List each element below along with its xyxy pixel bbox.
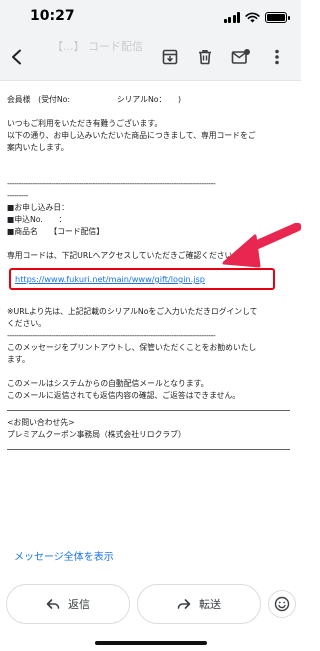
- status-icons: [223, 10, 290, 24]
- highlighted-link-box: https://www.fukuri.net/main/www/gift/log…: [9, 268, 275, 290]
- forward-label: 転送: [199, 598, 221, 611]
- print-notice-text-2: ます。: [7, 355, 30, 364]
- forward-icon: [177, 599, 191, 609]
- collapsed-subject: 【...】 コード配信: [52, 40, 143, 53]
- emoji-reaction-button[interactable]: [268, 590, 296, 618]
- wifi-icon: [245, 12, 260, 22]
- product-name-line: ■商品名 【コード配信】: [7, 227, 105, 236]
- home-indicator: [95, 641, 207, 645]
- print-notice-text: このメッセージをプリントアウトし、保管いただくことをお勧めいたし: [7, 343, 257, 352]
- archive-button[interactable]: [157, 44, 183, 70]
- cellular-signal-icon: [223, 11, 240, 23]
- contact-title: <お問い合わせ先>: [7, 418, 75, 427]
- arrow-left-icon: [12, 49, 21, 65]
- reply-label: 返信: [68, 598, 90, 611]
- show-full-message-link[interactable]: メッセージ全体を表示: [14, 548, 114, 563]
- note-text-1: ※URLより先は、上記記載のシリアルNoをご入力いただきログインして: [7, 307, 258, 316]
- more-vert-icon: [275, 49, 279, 65]
- member-header-line: 会員様 (受付No: シリアルNo： ): [7, 95, 182, 104]
- mark-unread-icon: [231, 49, 250, 64]
- order-number-line: ■申込No. ：: [7, 215, 67, 224]
- status-time: 10:27: [30, 8, 75, 24]
- auto-notice-text-1: このメールはシステムからの自動配信メールとなります。: [7, 379, 209, 388]
- contact-organization: プレミアムクーポン事務局（株式会社リロクラブ）: [7, 430, 186, 439]
- reply-button[interactable]: 返信: [6, 584, 130, 624]
- mark-unread-button[interactable]: [228, 44, 254, 70]
- email-body: 会員様 (受付No: シリアルNo： ) いつもご利用をいただき有難うございます…: [7, 94, 297, 456]
- mail-toolbar: 【...】 コード配信: [0, 34, 301, 81]
- intro-text-1: 以下の通り、お申し込みいただいた商品につきまして、専用コードをご: [7, 131, 256, 140]
- battery-icon: [265, 11, 290, 23]
- gift-login-link[interactable]: https://www.fukuri.net/main/www/gift/log…: [15, 273, 205, 285]
- delete-button[interactable]: [192, 44, 218, 70]
- divider-dashes-2: ----------------------------------------…: [7, 331, 216, 340]
- order-date-line: ■お申し込み日：: [7, 203, 69, 212]
- more-options-button[interactable]: [264, 44, 290, 70]
- intro-text-2: 案内いたします。: [7, 143, 69, 152]
- archive-icon: [162, 49, 178, 65]
- divider-line-2: [7, 449, 290, 450]
- status-bar: 10:27: [0, 0, 301, 34]
- emoji-icon: [274, 596, 290, 612]
- email-content: 会員様 (受付No: シリアルNo： ) いつもご利用をいただき有難うございます…: [0, 80, 301, 565]
- bottom-action-bar: 返信 転送: [0, 578, 301, 651]
- auto-notice-text-2: このメールに返信されても返信内容の確認、ご返答はできません。: [7, 391, 241, 400]
- back-button[interactable]: [4, 44, 30, 70]
- divider-dashes-short: ---------: [7, 191, 28, 200]
- instruction-text: 専用コードは、下記URLへアクセスしていただきご確認ください。: [7, 251, 241, 260]
- note-text-2: ください。: [7, 319, 46, 328]
- trash-icon: [199, 50, 211, 65]
- forward-button[interactable]: 転送: [137, 584, 261, 624]
- greeting-text: いつもご利用をいただき有難うございます。: [7, 119, 163, 128]
- divider-dashes-1: ----------------------------------------…: [7, 179, 216, 188]
- divider-line-1: [7, 410, 290, 411]
- reply-icon: [46, 599, 60, 609]
